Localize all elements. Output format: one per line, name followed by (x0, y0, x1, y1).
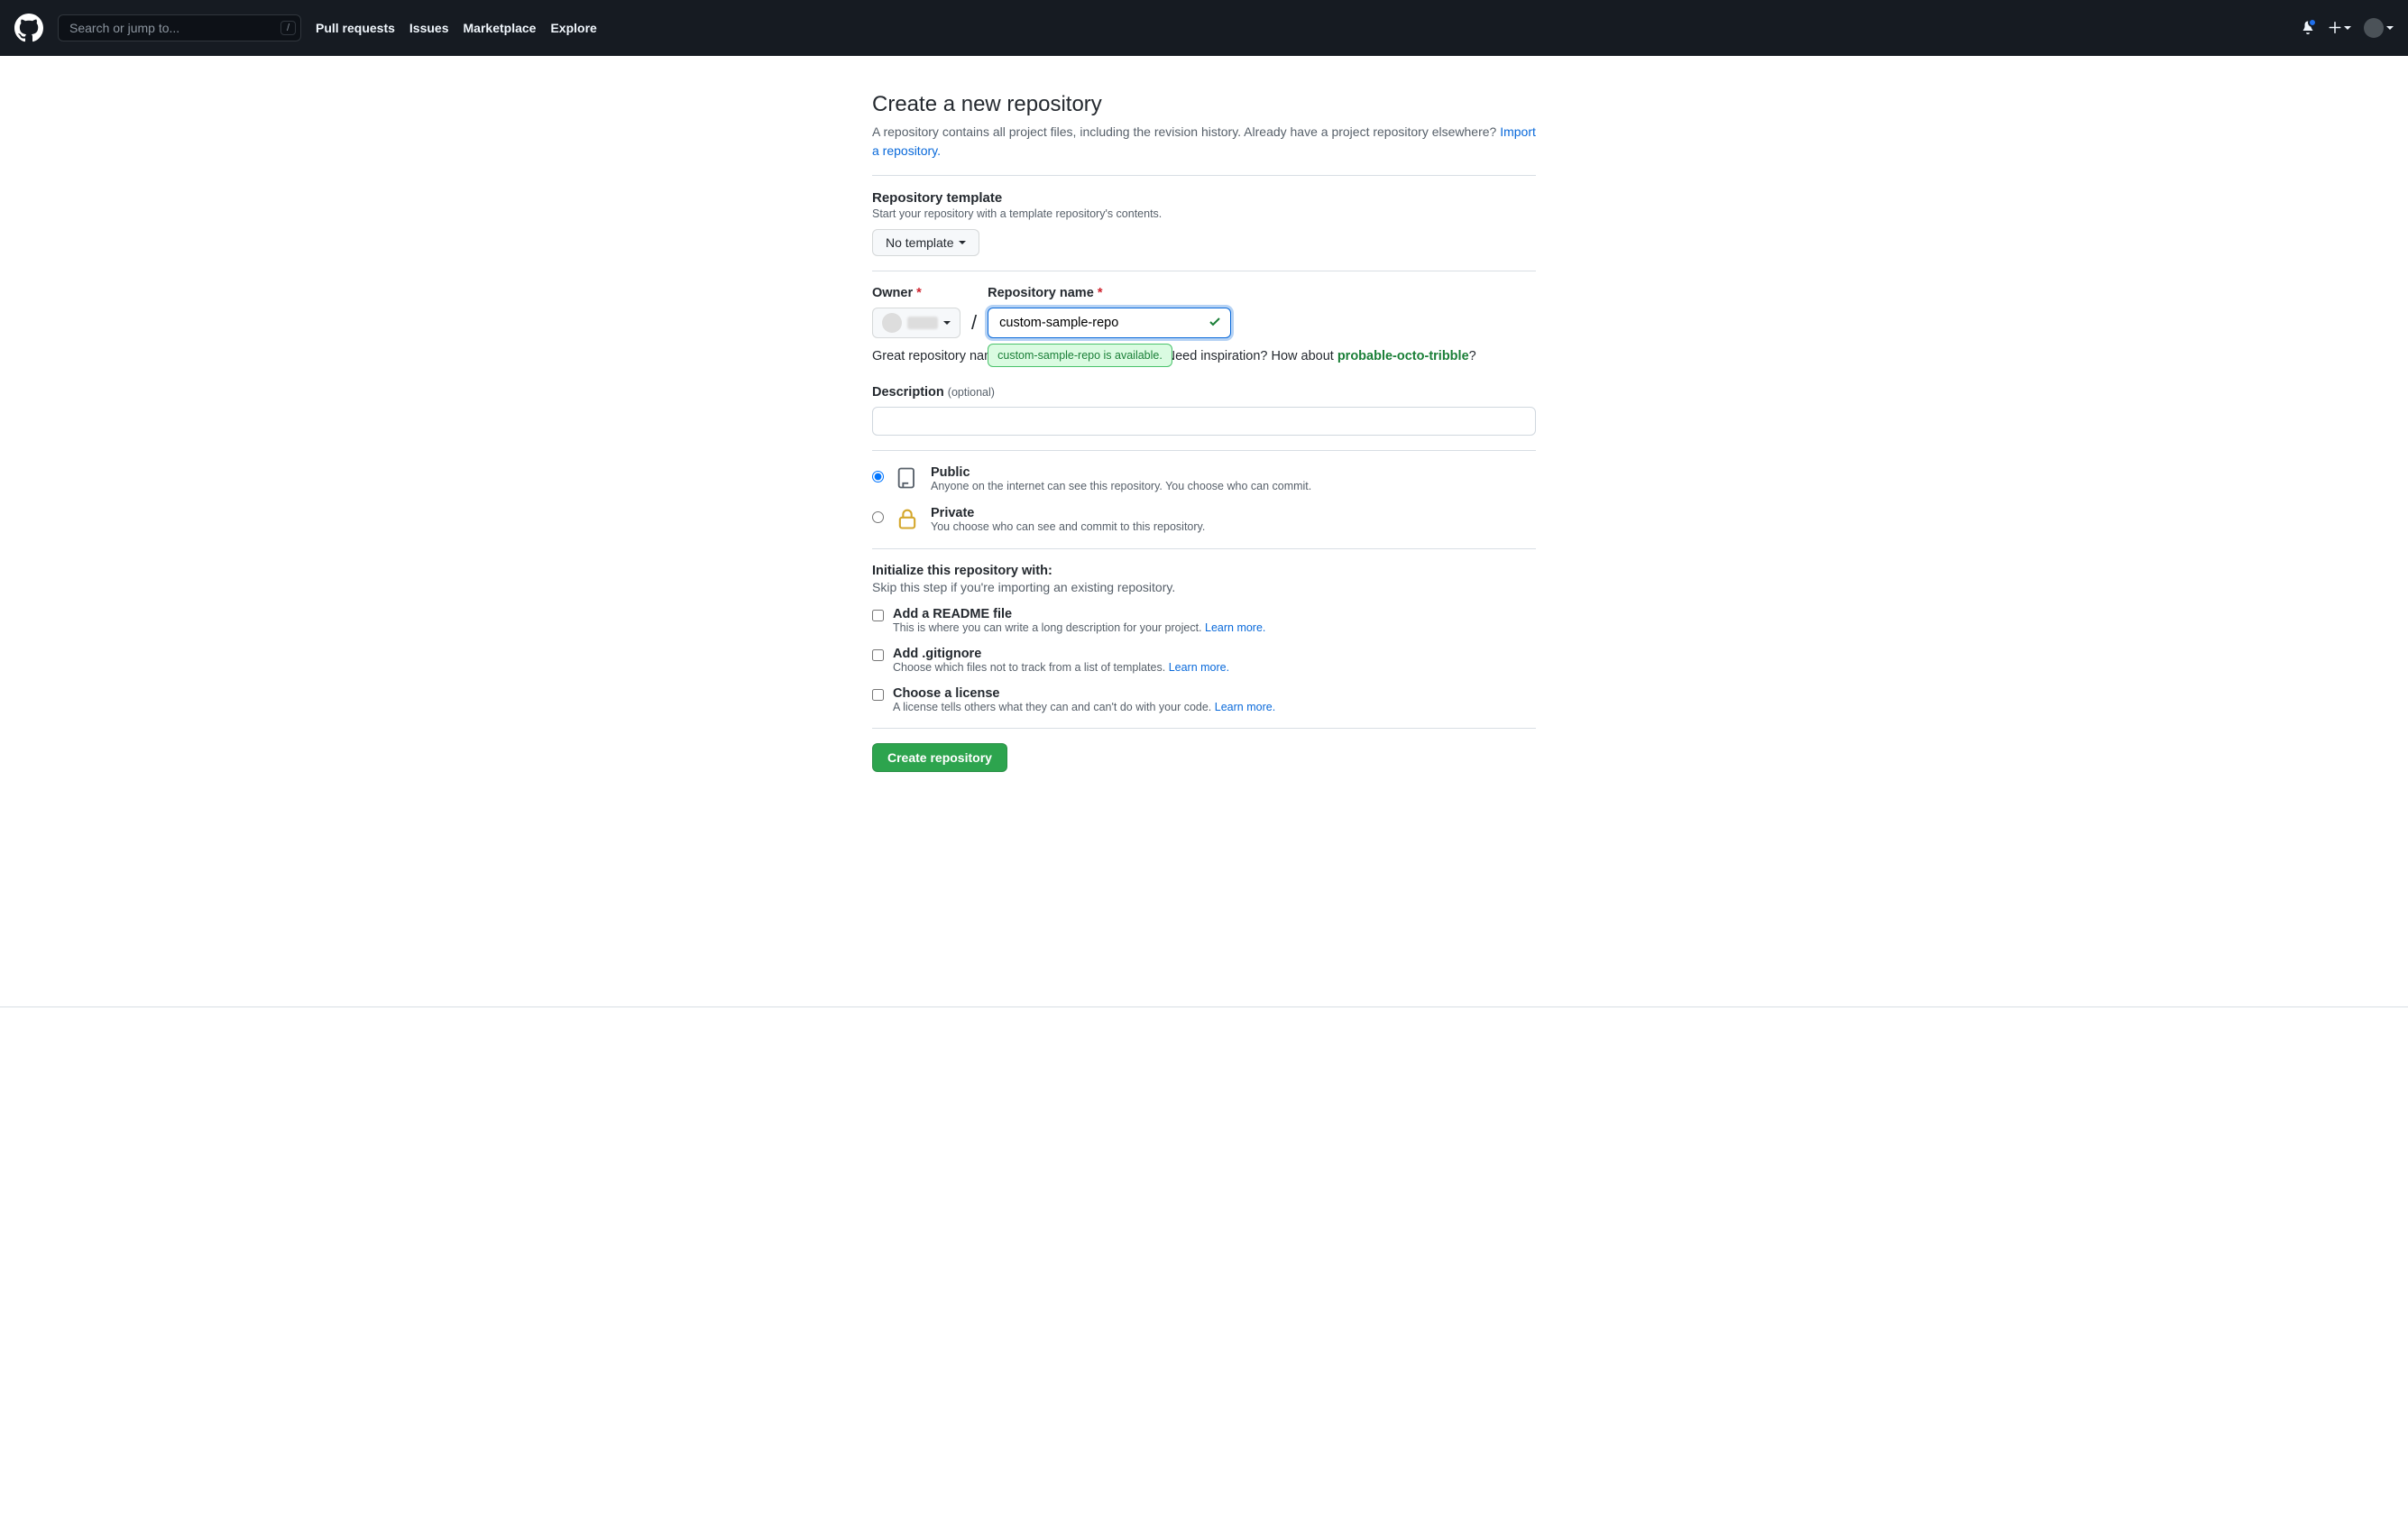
caret-down-icon (2386, 26, 2394, 30)
init-license-title: Choose a license (893, 686, 1275, 701)
description-input[interactable] (872, 407, 1536, 436)
init-license-row: Choose a license A license tells others … (872, 686, 1536, 713)
required-asterisk: * (916, 286, 922, 300)
repo-name-input[interactable] (988, 308, 1231, 338)
init-section-title: Initialize this repository with: (872, 564, 1536, 578)
divider (872, 548, 1536, 549)
init-license-text: Choose a license A license tells others … (893, 686, 1275, 713)
name-available-tooltip: custom-sample-repo is available. (988, 344, 1172, 367)
lock-icon (895, 506, 920, 534)
global-header: / Pull requests Issues Marketplace Explo… (0, 0, 2408, 56)
search-hotkey-badge: / (280, 21, 296, 35)
footer-divider (0, 1006, 2408, 1007)
visibility-private-radio[interactable] (872, 511, 884, 523)
repo-name-label: Repository name * (988, 286, 1231, 300)
page-title: Create a new repository (872, 92, 1536, 117)
init-readme-subtitle: This is where you can write a long descr… (893, 621, 1265, 634)
visibility-public-subtitle: Anyone on the internet can see this repo… (931, 480, 1311, 492)
repo-name-label-text: Repository name (988, 286, 1094, 300)
search-input[interactable] (58, 14, 301, 41)
visibility-private-subtitle: You choose who can see and commit to thi… (931, 520, 1205, 533)
user-menu[interactable] (2364, 18, 2394, 38)
search-wrap: / (58, 14, 301, 41)
caret-down-icon (959, 241, 966, 244)
inspiration-suffix: ? (1469, 349, 1476, 363)
required-asterisk: * (1098, 286, 1103, 300)
page-subtitle: A repository contains all project files,… (872, 123, 1536, 161)
init-gitignore-subtitle: Choose which files not to track from a l… (893, 661, 1229, 674)
init-license-subtitle: A license tells others what they can and… (893, 701, 1275, 713)
name-inspiration-text: Great repository names are short and mem… (872, 349, 1536, 363)
notifications-button[interactable] (2301, 20, 2315, 37)
visibility-public-title: Public (931, 465, 1311, 480)
owner-name-row: Owner * / Repository name * custom-sampl… (872, 286, 1536, 338)
caret-down-icon (943, 321, 951, 325)
init-readme-title: Add a README file (893, 607, 1265, 621)
template-select-button[interactable]: No template (872, 229, 979, 256)
description-label-text: Description (872, 385, 944, 400)
page-subtitle-text: A repository contains all project files,… (872, 124, 1500, 139)
nav-marketplace[interactable]: Marketplace (464, 21, 537, 35)
add-readme-checkbox[interactable] (872, 610, 884, 621)
header-right (2301, 18, 2394, 38)
init-gitignore-text: Add .gitignore Choose which files not to… (893, 647, 1229, 674)
create-new-menu[interactable] (2328, 21, 2351, 35)
main-content: Create a new repository A repository con… (858, 92, 1550, 772)
notification-dot-icon (2308, 18, 2317, 27)
owner-name-redacted (907, 317, 938, 329)
init-gitignore-row: Add .gitignore Choose which files not to… (872, 647, 1536, 674)
license-learn-more-link[interactable]: Learn more. (1215, 701, 1275, 713)
init-gitignore-title: Add .gitignore (893, 647, 1229, 661)
init-readme-text: Add a README file This is where you can … (893, 607, 1265, 634)
visibility-public-radio[interactable] (872, 471, 884, 483)
github-logo-icon[interactable] (14, 14, 43, 42)
optional-text: (optional) (948, 386, 995, 399)
template-section-subtitle: Start your repository with a template re… (872, 207, 1536, 220)
owner-label: Owner * (872, 286, 960, 300)
visibility-private-title: Private (931, 506, 1205, 520)
add-gitignore-checkbox[interactable] (872, 649, 884, 661)
nav-issues[interactable]: Issues (409, 21, 449, 35)
init-gitignore-sub-text: Choose which files not to track from a l… (893, 661, 1169, 674)
repo-name-input-wrap: custom-sample-repo is available. (988, 308, 1231, 338)
owner-column: Owner * (872, 286, 960, 338)
suggested-name-link[interactable]: probable-octo-tribble (1337, 349, 1469, 363)
owner-select[interactable] (872, 308, 960, 338)
visibility-public-text: Public Anyone on the internet can see th… (931, 465, 1311, 492)
template-select-label: No template (886, 235, 953, 250)
readme-learn-more-link[interactable]: Learn more. (1205, 621, 1265, 634)
template-section-title: Repository template (872, 190, 1536, 206)
caret-down-icon (2344, 26, 2351, 30)
description-label: Description (optional) (872, 385, 1536, 400)
avatar (2364, 18, 2384, 38)
init-readme-sub-text: This is where you can write a long descr… (893, 621, 1205, 634)
owner-avatar-icon (882, 313, 902, 333)
init-license-sub-text: A license tells others what they can and… (893, 701, 1215, 713)
create-repository-button[interactable]: Create repository (872, 743, 1007, 772)
primary-nav: Pull requests Issues Marketplace Explore (316, 21, 597, 35)
owner-name-separator: / (970, 311, 979, 335)
check-icon (1208, 315, 1222, 332)
divider (872, 728, 1536, 729)
init-readme-row: Add a README file This is where you can … (872, 607, 1536, 634)
choose-license-checkbox[interactable] (872, 689, 884, 701)
nav-pull-requests[interactable]: Pull requests (316, 21, 395, 35)
visibility-private-row: Private You choose who can see and commi… (872, 506, 1536, 534)
nav-explore[interactable]: Explore (550, 21, 596, 35)
owner-label-text: Owner (872, 286, 913, 300)
repo-public-icon (895, 465, 920, 493)
gitignore-learn-more-link[interactable]: Learn more. (1169, 661, 1229, 674)
divider (872, 450, 1536, 451)
visibility-private-text: Private You choose who can see and commi… (931, 506, 1205, 533)
repo-name-column: Repository name * custom-sample-repo is … (988, 286, 1231, 338)
init-section-subtitle: Skip this step if you're importing an ex… (872, 580, 1536, 594)
divider (872, 175, 1536, 176)
visibility-public-row: Public Anyone on the internet can see th… (872, 465, 1536, 493)
